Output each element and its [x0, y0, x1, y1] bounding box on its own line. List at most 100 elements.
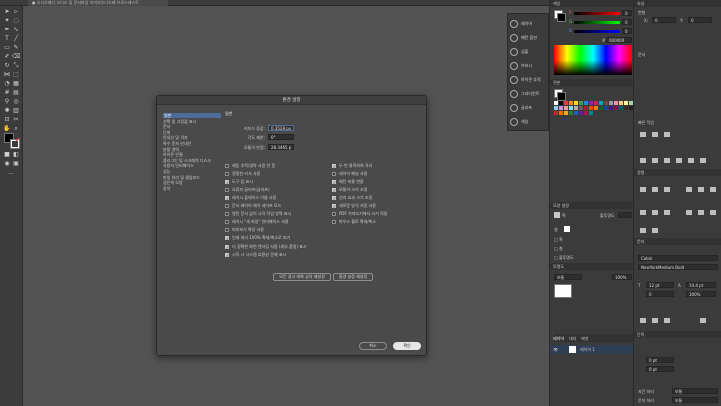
more-tools-icon[interactable]: ··· [7, 172, 15, 178]
checkbox-unchecked[interactable] [225, 163, 229, 168]
quick-action-2-icon[interactable] [652, 132, 658, 137]
b-input[interactable]: 0 [622, 28, 632, 34]
color-swatch[interactable] [579, 111, 583, 115]
ok-button[interactable]: 확인 [393, 342, 421, 350]
option-checkbox[interactable]: ✓ 도구 팁 표시 [225, 179, 253, 184]
quick-action-1-icon[interactable] [640, 132, 646, 137]
option-checkbox[interactable]: ✓ 새로운 방식 지정 사용 [332, 203, 376, 209]
quick-action-7-icon[interactable] [676, 158, 682, 163]
color-swatch[interactable] [579, 106, 583, 110]
option-checkbox[interactable]: 제동 추적/생략 사용 안 함 [225, 163, 275, 168]
checkbox-unchecked[interactable] [225, 220, 229, 225]
color-swatch[interactable] [589, 106, 593, 110]
color-swatch[interactable] [614, 101, 618, 105]
indent-first-input[interactable]: 0 pt [646, 366, 674, 372]
nav-item[interactable]: 사용자 인터페이스 [163, 163, 194, 168]
g-slider[interactable] [574, 21, 620, 24]
dock-item-gradient[interactable]: 그라디언트 [510, 88, 548, 100]
checkbox-checked[interactable]: ✓ [225, 244, 229, 249]
checkbox-checked[interactable]: ✓ [332, 204, 336, 209]
column-graph-icon[interactable]: ▥ [12, 108, 20, 114]
option-checkbox[interactable]: ✓ 두 번 클릭하여 격리 [332, 163, 372, 168]
color-swatch[interactable] [574, 111, 578, 115]
option-checkbox[interactable]: ✓ 더 정확한 화면 렌더링 사용 (세부 품질) 표시 [225, 244, 307, 249]
color-panel-header[interactable]: 색상 [550, 0, 633, 7]
align-left-icon[interactable] [640, 187, 646, 192]
screen-mode-icon[interactable]: ▣ [12, 161, 20, 167]
color-swatch[interactable] [609, 106, 613, 110]
quick-action-9-icon[interactable] [700, 158, 706, 163]
layers-tab[interactable]: 레이어 [553, 336, 564, 342]
rectangle-tool-icon[interactable]: ▭ [3, 45, 11, 51]
color-swatch[interactable] [589, 111, 593, 115]
nav-item[interactable]: 검은색 모양 [163, 180, 183, 185]
rotate-tool-icon[interactable]: ↻ [3, 63, 11, 69]
distribute-8-icon[interactable] [652, 228, 658, 233]
dock-item-pattern[interactable]: 패턴 옵션 [510, 32, 548, 44]
nav-item[interactable]: 특수 문자 안내선 [163, 141, 191, 146]
checkbox-checked[interactable]: ✓ [332, 187, 336, 192]
color-swatch[interactable] [614, 106, 618, 110]
align-center-icon[interactable] [652, 187, 658, 192]
color-swatch[interactable] [554, 106, 558, 110]
option-checkbox[interactable]: ✓ 인쇄 미리 100% 확대/축소로 보기 [225, 235, 290, 241]
option-checkbox[interactable]: 오류지 글리프(글리프) [225, 187, 270, 192]
nav-item[interactable]: 선택 및 고정점 표시 [163, 119, 196, 124]
color-swatch[interactable] [609, 101, 613, 105]
distribute-6-icon[interactable] [710, 210, 716, 215]
color-swatch[interactable] [594, 106, 598, 110]
align-top-icon[interactable] [686, 187, 692, 192]
char-style-3-icon[interactable] [664, 318, 670, 323]
option-checkbox[interactable]: ✓ 레거시 플레이스 이름 사용 [225, 195, 276, 200]
color-swatch[interactable] [584, 101, 588, 105]
checkbox-checked[interactable]: ✓ [332, 179, 336, 184]
lasso-icon[interactable]: ◌ [12, 18, 20, 24]
option-checkbox[interactable]: 레이어 패널 사용 [332, 171, 367, 176]
zoom-tool-icon[interactable]: ⌕ [12, 126, 20, 132]
slice-tool-icon[interactable]: ✂ [12, 117, 20, 123]
color-swatch[interactable] [574, 106, 578, 110]
x-input[interactable]: 0 [652, 17, 676, 23]
checkbox-checked[interactable]: ✓ [225, 252, 229, 257]
quick-action-6-icon[interactable] [664, 158, 670, 163]
nav-item[interactable]: 성능 [163, 169, 170, 174]
option-checkbox[interactable]: 문서 레이어 제거 세이프 모드 [225, 203, 281, 209]
perspective-grid-icon[interactable]: ▦ [12, 81, 20, 87]
constrain-angle-input[interactable]: 0° [268, 134, 294, 140]
swatches-panel-header[interactable]: 견본 [550, 79, 633, 86]
appearance-panel-header[interactable]: 모양 설정 [550, 202, 633, 209]
blend-tool-icon[interactable]: ◎ [12, 99, 20, 105]
r-slider[interactable] [574, 12, 620, 15]
layer-name[interactable]: 레이어 1 [580, 347, 595, 353]
color-swatch[interactable] [564, 101, 568, 105]
paragraph-panel-header[interactable]: 단락 [634, 331, 721, 338]
scale-input[interactable]: 100% [686, 291, 716, 297]
checkbox-unchecked[interactable] [225, 212, 229, 217]
color-swatch[interactable] [604, 101, 608, 105]
g-input[interactable]: 0 [622, 19, 632, 25]
color-swatch[interactable] [584, 106, 588, 110]
checkbox-checked[interactable]: ✓ [225, 179, 229, 184]
dock-item-brushes[interactable]: 브러시 [510, 60, 548, 72]
checkbox-checked[interactable]: ✓ [225, 236, 229, 241]
properties-tab[interactable]: 속성 [634, 0, 721, 7]
reset-warnings-button[interactable]: 모든 경고 대화 상자 재설정 [273, 273, 331, 281]
checkbox-checked[interactable]: ✓ [225, 195, 229, 200]
color-spectrum[interactable] [554, 45, 632, 75]
distribute-5-icon[interactable] [698, 210, 704, 215]
hand-tool-icon[interactable]: ✋ [3, 126, 11, 132]
align-bottom-icon[interactable] [710, 187, 716, 192]
option-checkbox[interactable]: PDF 가져오기에서 크기 적용 [332, 211, 387, 217]
checkbox-unchecked[interactable] [332, 212, 336, 217]
artboard-tool-icon[interactable]: ⊡ [3, 117, 11, 123]
color-stroke-preview[interactable] [557, 13, 566, 22]
hyphenation-select[interactable]: 보통 [672, 388, 718, 394]
option-checkbox[interactable]: ✓ 시작 시 시스템 호환성 문제 표시 [225, 252, 286, 257]
checkbox-unchecked[interactable] [332, 220, 336, 225]
option-checkbox[interactable]: 열린 문서 없이 시작 작업 영역 표시 [225, 211, 291, 217]
fill-swatch[interactable] [564, 226, 570, 232]
transparency-panel-header[interactable]: 투명도 [550, 263, 633, 270]
gradient-mode-icon[interactable]: ◧ [12, 152, 20, 158]
nav-item[interactable]: 파일 처리 및 클립보드 [163, 175, 200, 180]
transparency-opacity-input[interactable]: 100% [612, 274, 632, 280]
